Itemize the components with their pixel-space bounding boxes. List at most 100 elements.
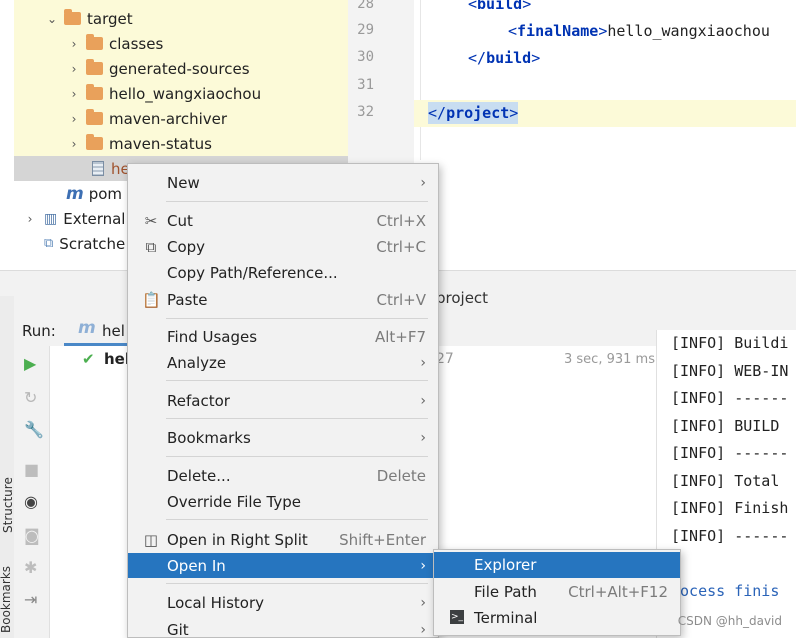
menu-item-override-file-type[interactable]: Override File Type xyxy=(128,489,438,514)
menu-item-open-right-split[interactable]: ◫ Open in Right Split Shift+Enter xyxy=(128,527,438,552)
fold-line xyxy=(420,0,421,160)
line-number: 31 xyxy=(357,77,374,93)
menu-separator xyxy=(166,318,428,319)
menu-item-find-usages[interactable]: Find Usages Alt+F7 xyxy=(128,324,438,349)
clipboard-icon: 📋 xyxy=(142,290,161,309)
submenu-item-file-path[interactable]: File Path Ctrl+Alt+F12 xyxy=(434,579,680,605)
tree-item-war-file[interactable]: he xyxy=(92,156,130,181)
code-line-30: </build> xyxy=(468,49,541,67)
console-line: [INFO] ------ xyxy=(671,444,789,462)
tool-window-title: project xyxy=(436,289,489,307)
tree-item-scratches[interactable]: ⧉ Scratche xyxy=(44,231,125,256)
chevron-right-icon: › xyxy=(420,557,426,574)
menu-item-copy-path[interactable]: Copy Path/Reference... xyxy=(128,260,438,285)
folder-icon xyxy=(86,84,103,100)
menu-item-git[interactable]: Git › xyxy=(128,617,438,638)
tree-item-maven-archiver[interactable]: › maven-archiver xyxy=(66,106,227,131)
chevron-right-icon[interactable]: › xyxy=(66,137,82,151)
folder-icon xyxy=(64,9,81,25)
tree-item-target[interactable]: ⌄ target xyxy=(44,6,133,31)
maven-icon: m xyxy=(78,318,96,338)
menu-separator xyxy=(166,519,428,520)
rerun-failed-icon[interactable]: ↻ xyxy=(24,388,37,407)
menu-separator xyxy=(166,380,428,381)
settings-icon[interactable]: ✱ xyxy=(24,558,37,577)
run-label: Run: xyxy=(22,322,56,340)
menu-separator xyxy=(166,456,428,457)
context-menu: New › ✂ Cut Ctrl+X ⧉ Copy Ctrl+C Copy Pa… xyxy=(127,163,439,638)
maven-icon: m xyxy=(66,183,84,204)
folder-icon xyxy=(86,34,103,50)
menu-separator xyxy=(166,583,428,584)
import-icon[interactable]: ⇥ xyxy=(24,590,37,609)
console-line: [INFO] Total xyxy=(671,472,780,490)
tree-item-generated-sources[interactable]: › generated-sources xyxy=(66,56,250,81)
submenu-item-terminal[interactable]: >_ Terminal xyxy=(434,605,680,631)
scissors-icon: ✂ xyxy=(144,211,158,230)
folder-icon xyxy=(86,109,103,125)
open-in-submenu: Explorer File Path Ctrl+Alt+F12 >_ Termi… xyxy=(433,549,681,636)
library-icon: ▥ xyxy=(44,210,58,227)
split-icon: ◫ xyxy=(143,530,159,549)
line-number: 29 xyxy=(357,22,374,38)
tree-item-maven-status[interactable]: › maven-status xyxy=(66,131,212,156)
chevron-right-icon: › xyxy=(420,621,426,638)
rerun-icon[interactable]: ▶ xyxy=(24,354,36,373)
chevron-right-icon: › xyxy=(420,392,426,409)
console-line: [INFO] Finish xyxy=(671,499,789,517)
stop-icon[interactable]: ■ xyxy=(24,460,39,479)
terminal-icon: >_ xyxy=(450,610,464,624)
run-toolbar: ▶ ↻ 🔧 ■ ◉ ◙ ✱ ⇥ xyxy=(14,346,50,638)
submenu-item-explorer[interactable]: Explorer xyxy=(434,552,680,578)
copy-icon: ⧉ xyxy=(145,237,157,256)
console-line: [INFO] BUILD xyxy=(671,417,780,435)
code-line-32: </project> xyxy=(428,102,519,124)
code-line-29: <finalName>hello_wangxiaochou xyxy=(508,22,770,40)
chevron-right-icon: › xyxy=(420,174,426,191)
tree-item-external-libraries[interactable]: › ▥ External xyxy=(22,206,126,231)
line-number: 30 xyxy=(357,49,374,65)
console-line: [INFO] ------ xyxy=(671,527,789,545)
tree-item-hello-wangxiaochou[interactable]: › hello_wangxiaochou xyxy=(66,81,261,106)
menu-item-copy[interactable]: ⧉ Copy Ctrl+C xyxy=(128,234,438,259)
tree-item-classes[interactable]: › classes xyxy=(66,31,163,56)
menu-item-bookmarks[interactable]: Bookmarks › xyxy=(128,425,438,450)
menu-item-delete[interactable]: Delete... Delete xyxy=(128,463,438,488)
menu-item-paste[interactable]: 📋 Paste Ctrl+V xyxy=(128,287,438,312)
success-check-icon: ✔ xyxy=(82,350,95,368)
archive-icon xyxy=(92,161,104,176)
chevron-right-icon[interactable]: › xyxy=(22,212,38,226)
console-line: [INFO] ------ xyxy=(671,389,789,407)
code-line-28: <build> xyxy=(468,0,532,13)
left-tool-stripe: Structure Bookmarks xyxy=(0,296,15,638)
menu-item-analyze[interactable]: Analyze › xyxy=(128,350,438,375)
menu-item-open-in[interactable]: Open In › xyxy=(128,553,438,578)
structure-tab[interactable]: Structure xyxy=(1,453,15,533)
menu-separator xyxy=(166,201,428,202)
watermark: CSDN @hh_david xyxy=(677,614,782,628)
chevron-right-icon: › xyxy=(420,354,426,371)
wrench-icon[interactable]: 🔧 xyxy=(24,420,44,439)
tree-item-pom[interactable]: m pom xyxy=(66,181,122,206)
scratches-icon: ⧉ xyxy=(44,236,54,251)
chevron-right-icon[interactable]: › xyxy=(66,112,82,126)
chevron-right-icon[interactable]: › xyxy=(66,87,82,101)
menu-item-new[interactable]: New › xyxy=(128,170,438,195)
console-line: [INFO] Buildi xyxy=(671,334,789,352)
folder-icon xyxy=(86,59,103,75)
chevron-right-icon: › xyxy=(420,429,426,446)
run-duration: 3 sec, 931 ms xyxy=(564,352,655,367)
console-line: [INFO] WEB-IN xyxy=(671,362,789,380)
eye-icon[interactable]: ◉ xyxy=(24,492,38,511)
bookmarks-tab[interactable]: Bookmarks xyxy=(0,553,13,633)
chevron-right-icon[interactable]: › xyxy=(66,37,82,51)
console-line: rocess finis xyxy=(671,582,780,600)
camera-icon[interactable]: ◙ xyxy=(24,526,40,545)
run-tab[interactable]: hel xyxy=(102,322,125,340)
menu-item-cut[interactable]: ✂ Cut Ctrl+X xyxy=(128,208,438,233)
chevron-right-icon: › xyxy=(420,594,426,611)
menu-item-local-history[interactable]: Local History › xyxy=(128,590,438,615)
chevron-right-icon[interactable]: › xyxy=(66,62,82,76)
menu-item-refactor[interactable]: Refactor › xyxy=(128,388,438,413)
chevron-down-icon[interactable]: ⌄ xyxy=(44,12,60,26)
